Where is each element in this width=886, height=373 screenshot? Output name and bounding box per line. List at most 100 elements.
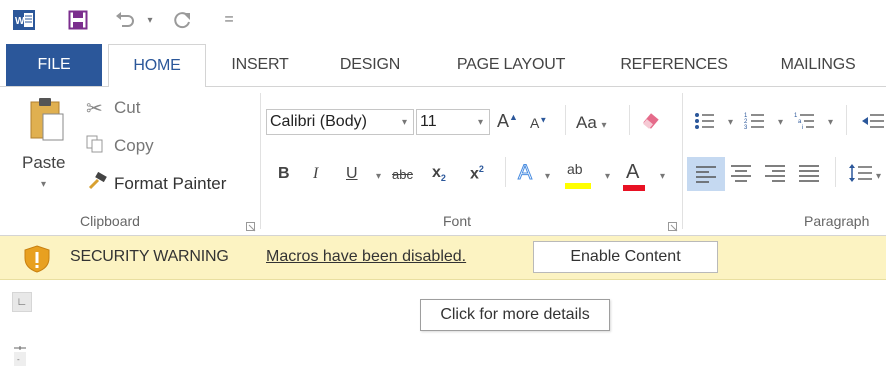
tab-references[interactable]: REFERENCES: [604, 44, 744, 86]
tab-design[interactable]: DESIGN: [322, 44, 418, 86]
font-color-dropdown-icon[interactable]: ▾: [660, 171, 665, 182]
tab-insert[interactable]: INSERT: [214, 44, 306, 86]
font-group-text: Font: [443, 213, 472, 229]
svg-text:-: -: [17, 355, 20, 364]
cut-label: Cut: [114, 98, 141, 117]
tooltip: Click for more details: [420, 299, 610, 331]
cut-button[interactable]: ✂ Cut: [86, 95, 140, 121]
subscript-label: x: [432, 164, 441, 181]
underline-label: U: [346, 165, 358, 182]
tab-home[interactable]: HOME: [108, 44, 206, 87]
customize-qat-icon[interactable]: =: [222, 8, 236, 32]
quick-access-toolbar: W ▾ =: [0, 0, 886, 40]
paste-dropdown-icon[interactable]: ▾: [41, 179, 46, 190]
tab-stop-selector[interactable]: ∟: [12, 292, 32, 312]
customize-qat-label: =: [224, 11, 234, 28]
vertical-ruler-marker-icon[interactable]: -: [12, 342, 28, 368]
decrease-indent-icon[interactable]: [862, 111, 884, 131]
highlight-color-swatch: [565, 183, 591, 189]
change-case-label: Aa: [576, 113, 597, 132]
strikethrough-button[interactable]: abc: [392, 167, 413, 182]
document-area: ∟ Click for more details -: [0, 280, 886, 372]
scissors-icon: ✂: [86, 97, 103, 120]
subscript-digit: 2: [440, 173, 446, 184]
font-color-swatch: [623, 185, 645, 191]
tab-references-label: REFERENCES: [620, 56, 728, 73]
tab-page-layout[interactable]: PAGE LAYOUT: [436, 44, 586, 86]
enable-content-button[interactable]: Enable Content: [533, 241, 718, 273]
strikethrough-label: abc: [392, 167, 413, 182]
paragraph-divider: [835, 157, 836, 187]
copy-button[interactable]: Copy: [86, 133, 154, 159]
tab-mailings-label: MAILINGS: [780, 56, 856, 73]
group-divider: [260, 93, 261, 229]
bullets-dropdown-icon[interactable]: ▾: [728, 117, 733, 128]
font-size-dropdown-icon: ▾: [477, 116, 483, 128]
tab-file-label: FILE: [37, 56, 71, 73]
line-spacing-icon[interactable]: [848, 163, 872, 183]
bullets-icon[interactable]: [694, 111, 716, 131]
highlight-dropdown-icon[interactable]: ▾: [605, 171, 610, 182]
italic-button[interactable]: I: [313, 165, 318, 183]
undo-icon[interactable]: [114, 8, 136, 32]
svg-text:i: i: [802, 125, 803, 131]
font-launcher-icon[interactable]: [668, 219, 678, 232]
tab-page-layout-label: PAGE LAYOUT: [456, 56, 566, 73]
underline-button[interactable]: U: [346, 165, 358, 183]
text-effects-label: A: [517, 161, 533, 185]
align-center-icon[interactable]: [730, 164, 752, 182]
superscript-label: x: [470, 165, 479, 183]
tab-mailings[interactable]: MAILINGS: [762, 44, 874, 86]
paste-button[interactable]: Paste: [22, 153, 65, 173]
format-painter-button[interactable]: Format Painter: [86, 171, 226, 197]
redo-icon[interactable]: [172, 8, 194, 32]
font-color-button[interactable]: A: [623, 161, 645, 191]
word-app-icon[interactable]: W: [12, 8, 36, 32]
subscript-button[interactable]: x2: [432, 164, 446, 183]
clipboard-launcher-icon[interactable]: [246, 219, 256, 232]
font-name-value: Calibri (Body): [270, 113, 367, 130]
tab-insert-label: INSERT: [231, 56, 289, 73]
highlight-button[interactable]: ab: [565, 161, 591, 189]
numbering-dropdown-icon[interactable]: ▾: [778, 117, 783, 128]
svg-text:W: W: [15, 16, 25, 27]
justify-icon[interactable]: [798, 164, 820, 182]
paragraph-group-label: Paragraph: [804, 213, 869, 229]
enable-content-label: Enable Content: [570, 248, 681, 265]
line-spacing-dropdown-icon[interactable]: ▾: [876, 171, 881, 182]
paragraph-divider: [846, 105, 847, 135]
font-size-combo[interactable]: 11 ▾: [416, 109, 490, 135]
macros-disabled-link[interactable]: Macros have been disabled.: [266, 248, 466, 266]
undo-dropdown-icon[interactable]: ▾: [145, 8, 155, 32]
text-effects-button[interactable]: A: [517, 161, 533, 185]
text-effects-dropdown-icon[interactable]: ▾: [545, 171, 550, 182]
clear-formatting-icon[interactable]: [640, 111, 662, 133]
multilevel-list-icon[interactable]: 1 a i: [794, 111, 816, 131]
shrink-font-button[interactable]: A▼: [530, 115, 547, 131]
save-icon[interactable]: [66, 8, 90, 32]
font-size-value: 11: [420, 113, 437, 130]
grow-font-button[interactable]: A▲: [497, 111, 518, 132]
superscript-digit: 2: [478, 164, 484, 174]
copy-label: Copy: [114, 136, 154, 155]
numbering-icon[interactable]: 1 2 3: [744, 111, 766, 131]
tab-stop-left-icon: ∟: [16, 296, 28, 308]
font-divider: [629, 105, 630, 135]
change-case-button[interactable]: Aa ▾: [576, 113, 607, 133]
bold-button[interactable]: B: [278, 165, 290, 183]
underline-dropdown-icon[interactable]: ▾: [376, 171, 381, 182]
align-left-button[interactable]: [687, 157, 725, 191]
copy-icon: [86, 135, 114, 158]
paste-label: Paste: [22, 153, 66, 172]
paragraph-group-text: Paragraph: [804, 213, 870, 229]
align-right-icon[interactable]: [764, 164, 786, 182]
font-name-combo[interactable]: Calibri (Body) ▾: [266, 109, 414, 135]
italic-label: I: [313, 165, 319, 182]
superscript-button[interactable]: x2: [470, 164, 484, 183]
paste-icon[interactable]: [18, 95, 76, 143]
font-divider: [505, 157, 506, 187]
tab-file[interactable]: FILE: [6, 44, 102, 86]
shrink-font-label: A: [530, 115, 540, 131]
shield-warning-icon: [24, 245, 50, 278]
multilevel-list-dropdown-icon[interactable]: ▾: [828, 117, 833, 128]
